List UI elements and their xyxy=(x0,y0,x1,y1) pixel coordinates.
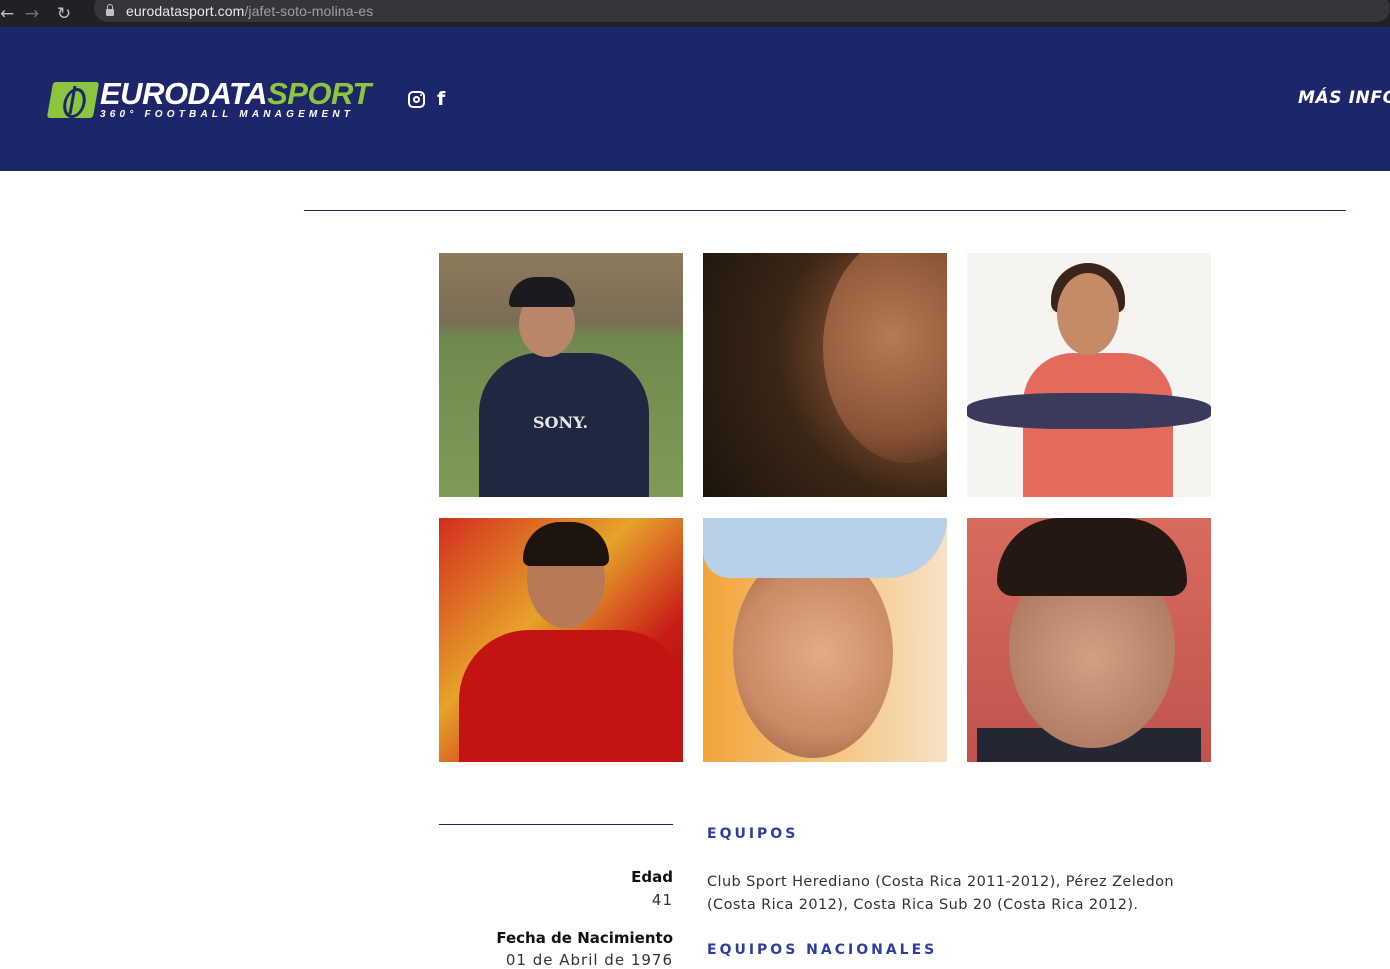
photo-figure-body xyxy=(459,630,683,762)
logo-text-white: EURODATA xyxy=(100,76,268,111)
logo-wordmark: EURODATASPORT xyxy=(100,77,371,111)
gallery-photo-6[interactable] xyxy=(967,518,1211,762)
back-arrow-icon[interactable]: ← xyxy=(0,5,16,22)
nav-more-info[interactable]: MÁS INFO xyxy=(1298,88,1390,108)
age-value: 41 xyxy=(651,891,673,909)
birth-date-value: 01 de Abril de 1976 xyxy=(505,951,673,969)
photo-cap xyxy=(509,277,575,307)
address-bar[interactable]: eurodatasport.com/jafet-soto-molina-es xyxy=(94,0,1390,22)
photo-hair xyxy=(997,518,1187,596)
url-text[interactable]: eurodatasport.com/jafet-soto-molina-es xyxy=(126,3,373,19)
facebook-icon[interactable]: f xyxy=(437,89,445,109)
instagram-icon[interactable] xyxy=(408,91,425,108)
logo-mark-icon xyxy=(46,82,100,118)
site-logo[interactable]: EURODATASPORT 360° FOOTBALL MANAGEMENT xyxy=(46,77,371,120)
browser-toolbar: ← → ↻ eurodatasport.com/jafet-soto-molin… xyxy=(0,0,1390,27)
photo-figure-head xyxy=(1057,273,1119,355)
photo-flag xyxy=(967,393,1211,429)
shirt-sponsor-text: SONY. xyxy=(533,413,589,432)
gallery-photo-4[interactable] xyxy=(439,518,683,762)
birth-date-label: Fecha de Nacimiento xyxy=(496,929,673,947)
logo-tagline: 360° FOOTBALL MANAGEMENT xyxy=(100,109,355,120)
photo-figure-head xyxy=(823,253,947,463)
age-label: Edad xyxy=(631,868,673,886)
logo-text-green: SPORT xyxy=(267,76,371,111)
gallery-photo-1[interactable]: SONY. xyxy=(439,253,683,497)
gallery-photo-3[interactable] xyxy=(967,253,1211,497)
forward-arrow-icon[interactable]: → xyxy=(16,5,48,22)
info-divider xyxy=(439,824,673,825)
photo-hair xyxy=(523,522,609,566)
teams-heading: EQUIPOS xyxy=(707,826,799,842)
site-header: EURODATASPORT 360° FOOTBALL MANAGEMENT f… xyxy=(0,27,1390,171)
teams-text: Club Sport Herediano (Costa Rica 2011-20… xyxy=(707,874,1174,913)
lock-icon[interactable] xyxy=(106,3,114,16)
reload-icon[interactable]: ↻ xyxy=(48,5,80,22)
photo-figure-head xyxy=(733,548,893,758)
divider xyxy=(304,210,1346,211)
url-domain: eurodatasport.com xyxy=(126,3,245,19)
national-teams-heading: EQUIPOS NACIONALES xyxy=(707,942,938,958)
gallery-photo-5[interactable] xyxy=(703,518,947,762)
url-path: /jafet-soto-molina-es xyxy=(244,3,374,19)
photo-gallery: SONY. xyxy=(439,253,1211,762)
gallery-photo-2[interactable] xyxy=(703,253,947,497)
photo-cap xyxy=(703,518,947,578)
